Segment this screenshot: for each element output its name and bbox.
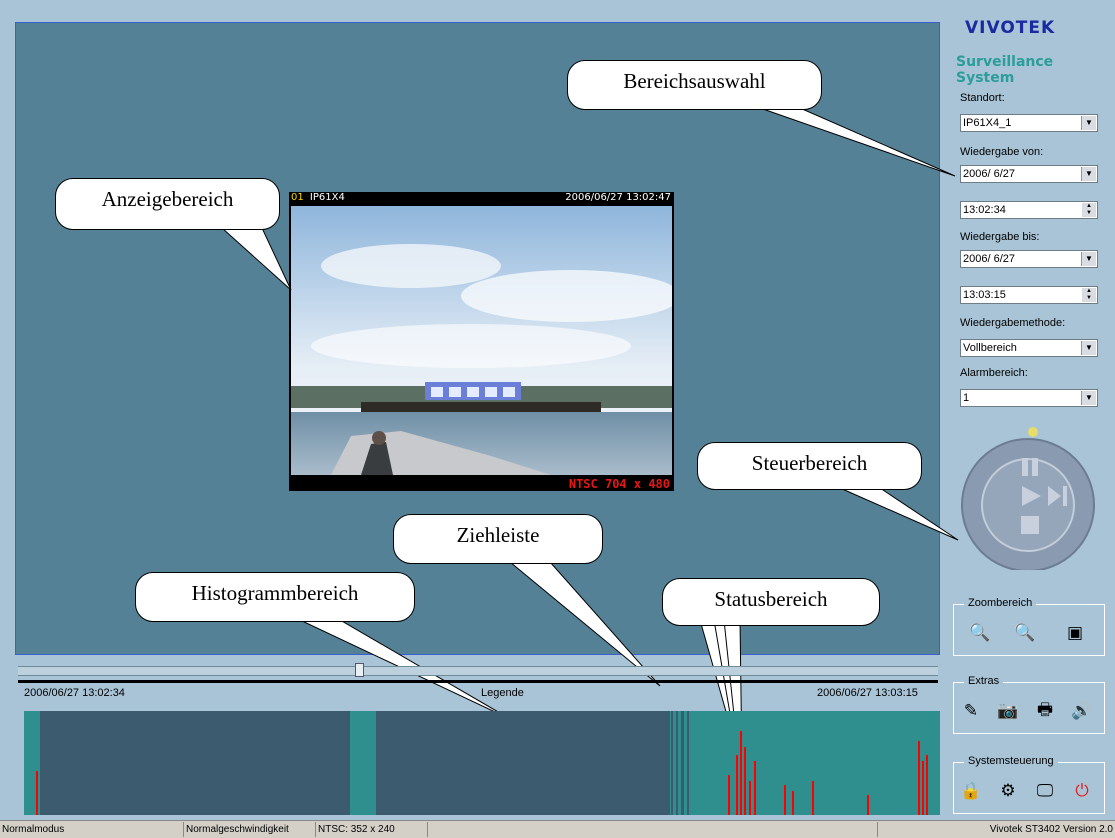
chevron-down-icon: ▼	[1081, 252, 1096, 266]
von-time-input[interactable]: 13:02:34 ▲ ▼	[960, 201, 1098, 219]
wiedergabe-bis-label: Wiedergabe bis:	[960, 231, 1040, 243]
callout-steuerbereich: Steuerbereich	[697, 442, 922, 490]
system-group-title: Systemsteuerung	[964, 755, 1058, 767]
vivotek-logo: VIVOTEK	[965, 18, 1056, 38]
bis-time-input[interactable]: 13:03:15 ▲ ▼	[960, 286, 1098, 304]
bis-date-value: 2006/ 6/27	[963, 253, 1015, 265]
chevron-down-icon: ▼	[1081, 167, 1096, 181]
von-time-value: 13:02:34	[963, 204, 1006, 216]
callout-anzeigebereich: Anzeigebereich	[55, 178, 280, 230]
audio-icon[interactable]: 🔊	[1071, 700, 1093, 722]
status-version: Vivotek ST3402 Version 2.0	[989, 824, 1113, 835]
wiedergabemethode-select[interactable]: Vollbereich ▼	[960, 339, 1098, 357]
standort-select[interactable]: IP61X4_1 ▼	[960, 114, 1098, 132]
edit-icon[interactable]: ✎	[960, 700, 982, 722]
callout-statusbereich: Statusbereich	[662, 578, 880, 626]
pause-icon[interactable]	[1022, 458, 1028, 476]
zoom-group: Zoombereich 🔍 🔍 ▣	[953, 597, 1105, 656]
camera-snapshot-icon[interactable]: 📷	[997, 700, 1019, 722]
callout-histogrammbereich: Histogrammbereich	[135, 572, 415, 622]
power-icon[interactable]: ⏻	[1071, 780, 1093, 802]
stop-icon[interactable]	[1021, 516, 1039, 534]
alarmbereich-value: 1	[963, 392, 970, 404]
timeline-start: 2006/06/27 13:02:34	[24, 687, 125, 699]
status-format: NTSC: 352 x 240	[316, 822, 428, 837]
timeline-divider	[18, 680, 938, 683]
zoom-group-title: Zoombereich	[964, 597, 1037, 609]
chevron-down-icon: ▼	[1081, 116, 1096, 130]
timeline-slider-handle[interactable]	[355, 663, 365, 677]
chevron-down-icon: ▼	[1081, 391, 1096, 405]
alarmbereich-select[interactable]: 1 ▼	[960, 389, 1098, 407]
chevron-down-icon: ▼	[1081, 341, 1096, 355]
spinner-icon[interactable]: ▲ ▼	[1082, 203, 1096, 217]
timeline-end: 2006/06/27 13:03:15	[817, 687, 918, 699]
wiedergabe-von-label: Wiedergabe von:	[960, 146, 1044, 158]
timeline-slider-track[interactable]	[18, 666, 938, 676]
status-speed: Normalgeschwindigkeit	[184, 822, 316, 837]
control-dial	[961, 427, 1095, 570]
bis-date-select[interactable]: 2006/ 6/27 ▼	[960, 250, 1098, 268]
wiedergabemethode-label: Wiedergabemethode:	[960, 317, 1066, 329]
print-icon[interactable]: 🖶	[1034, 700, 1056, 722]
monitor-icon[interactable]: 🖵	[1034, 780, 1056, 802]
lock-icon[interactable]: 🔒	[960, 780, 982, 802]
standort-value: IP61X4_1	[963, 117, 1012, 129]
color-display-icon[interactable]: ▣	[1064, 622, 1086, 644]
settings-icon[interactable]: ⚙	[997, 780, 1019, 802]
zoom-in-icon[interactable]: 🔍	[969, 622, 991, 644]
status-empty	[428, 822, 878, 837]
callout-ziehleiste: Ziehleiste	[393, 514, 603, 564]
brand-subtitle: Surveillance System	[956, 54, 1054, 86]
status-bar: Normalmodus Normalgeschwindigkeit NTSC: …	[0, 820, 1115, 838]
bis-time-value: 13:03:15	[963, 289, 1006, 301]
von-date-value: 2006/ 6/27	[963, 168, 1015, 180]
alarmbereich-label: Alarmbereich:	[960, 367, 1028, 379]
standort-label: Standort:	[960, 92, 1005, 104]
legend-link[interactable]: Legende	[481, 687, 524, 699]
system-group: Systemsteuerung 🔒 ⚙ 🖵 ⏻	[953, 755, 1105, 814]
spinner-icon[interactable]: ▲ ▼	[1082, 288, 1096, 302]
callout-bereichsauswahl: Bereichsauswahl	[567, 60, 822, 110]
extras-group: Extras ✎ 📷 🖶 🔊	[953, 675, 1105, 734]
zoom-out-icon[interactable]: 🔍	[1014, 622, 1036, 644]
von-date-select[interactable]: 2006/ 6/27 ▼	[960, 165, 1098, 183]
histogram[interactable]	[24, 711, 940, 815]
extras-group-title: Extras	[964, 675, 1004, 687]
wiedergabemethode-value: Vollbereich	[963, 342, 1017, 354]
status-mode: Normalmodus	[0, 822, 184, 837]
